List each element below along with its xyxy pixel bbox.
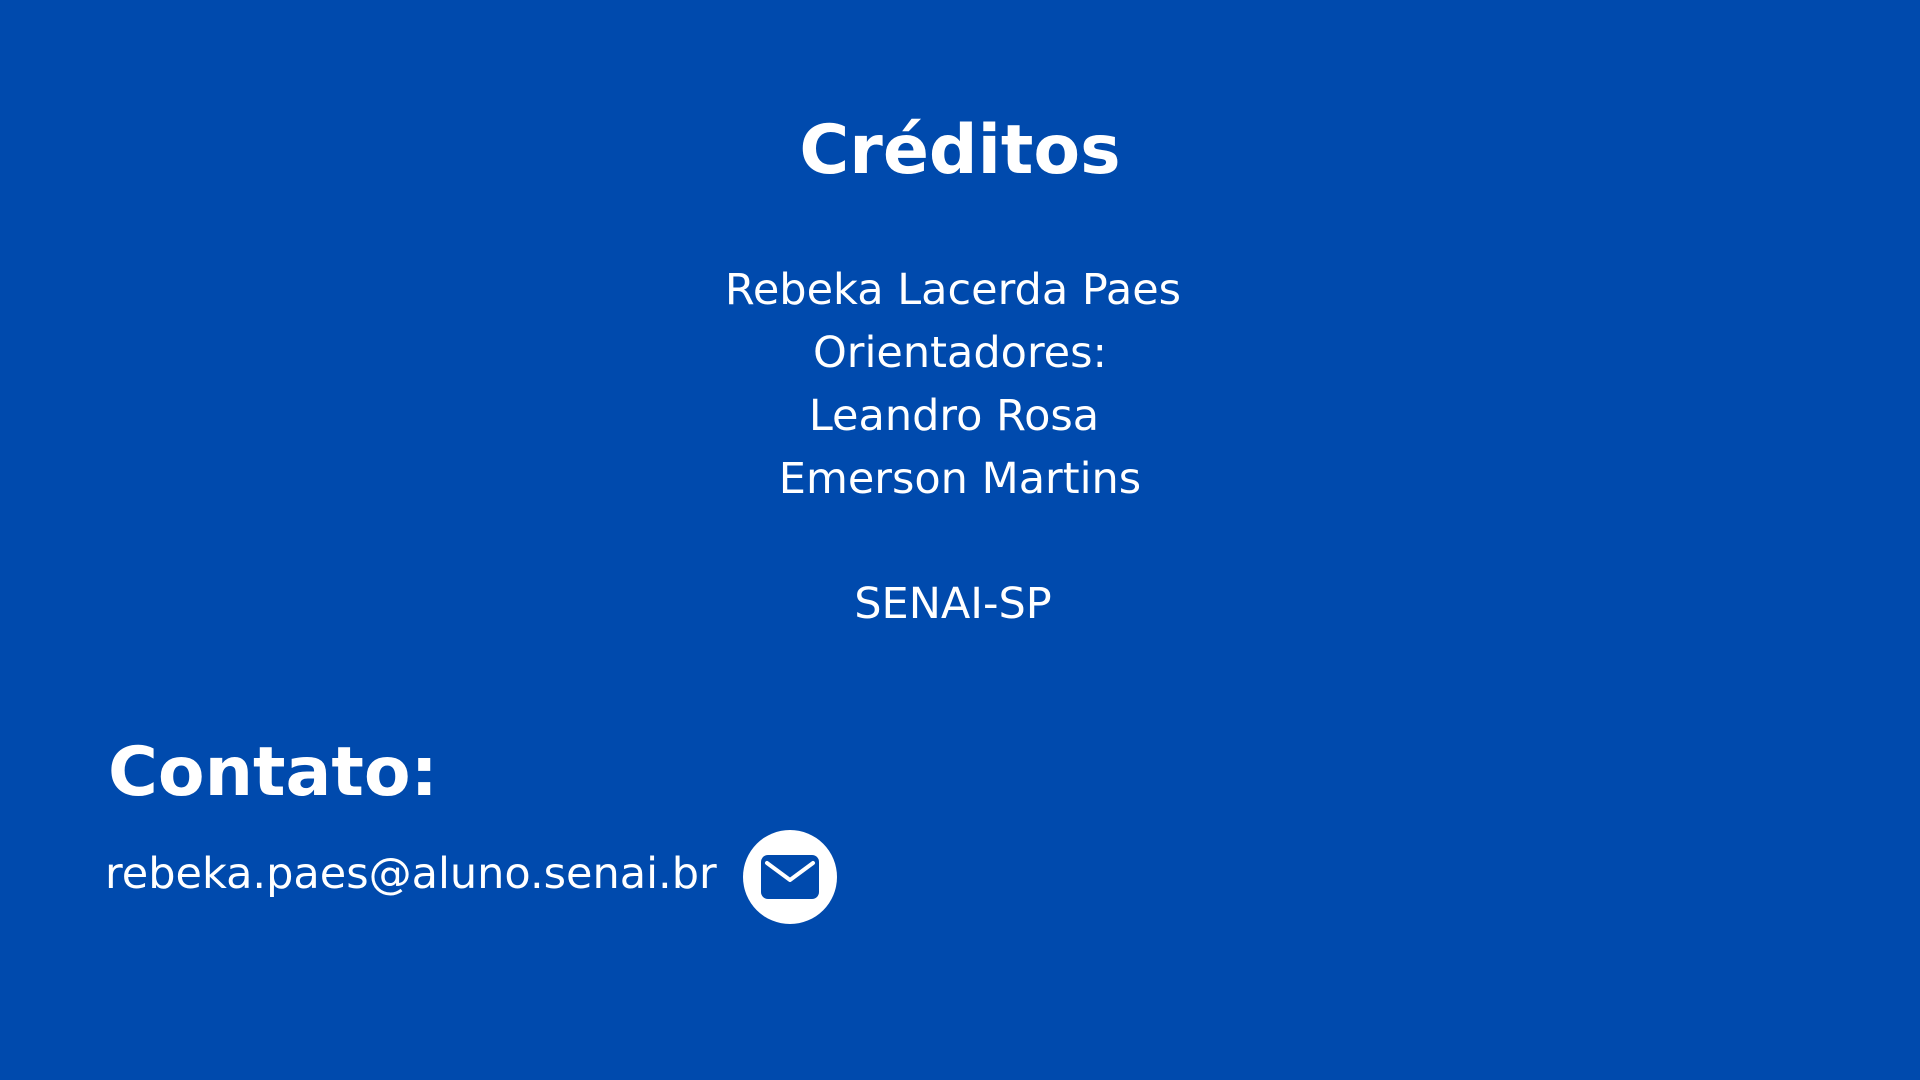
advisor-name: Leandro Rosa [808, 391, 1100, 441]
advisors-label: Orientadores: [812, 328, 1108, 378]
author-name: Rebeka Lacerda Paes [724, 265, 1182, 315]
advisor-name: Emerson Martins [778, 454, 1142, 504]
contact-row: rebeka.paes@aluno.senai.br [105, 830, 837, 924]
credits-title: Créditos [799, 111, 1121, 190]
contact-email[interactable]: rebeka.paes@aluno.senai.br [105, 846, 717, 902]
envelope-icon[interactable] [742, 830, 837, 924]
credits-slide: Créditos Rebeka Lacerda Paes Orientadore… [0, 0, 1920, 1080]
institution-name: SENAI-SP [854, 579, 1052, 629]
envelope-icon-graphic [760, 855, 819, 899]
contact-title: Contato: [108, 733, 438, 812]
